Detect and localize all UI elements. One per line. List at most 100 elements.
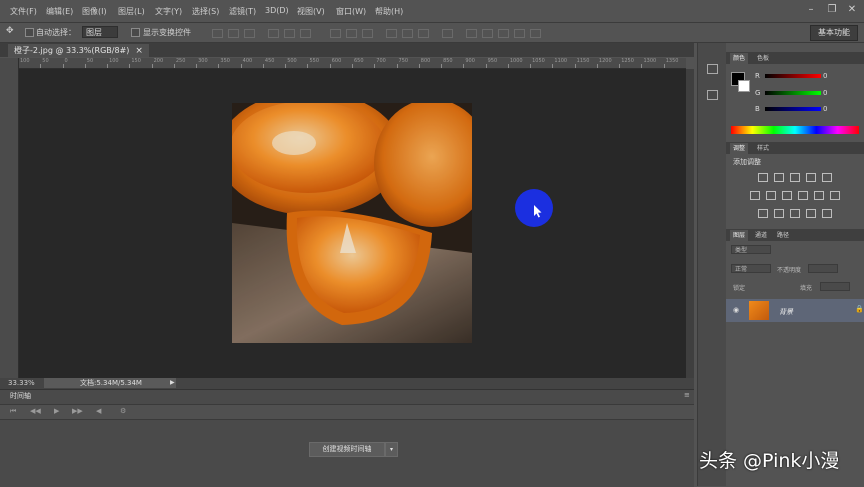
menu-help[interactable]: 帮助(H) <box>375 6 403 17</box>
close-window-icon[interactable]: ✕ <box>846 4 858 16</box>
blend-mode-dropdown[interactable]: 正常 <box>731 264 771 273</box>
distribute-right-icon[interactable] <box>418 29 429 38</box>
red-value[interactable]: 0 <box>823 72 827 80</box>
create-video-timeline-button[interactable]: 创建视频时间轴 <box>309 442 385 457</box>
posterize-icon[interactable] <box>774 209 784 218</box>
tab-channels[interactable]: 通道 <box>752 230 770 241</box>
document-tab[interactable]: 橙子-2.jpg @ 33.3%(RGB/8#) × <box>8 44 149 57</box>
ruler-tick-mark <box>619 64 621 68</box>
timeline-menu-icon[interactable]: ≡ <box>684 391 690 399</box>
tab-close-icon[interactable]: × <box>135 46 143 56</box>
exposure-icon[interactable] <box>806 173 816 182</box>
restore-icon[interactable]: ❐ <box>826 4 838 16</box>
layer-thumbnail[interactable] <box>749 301 769 320</box>
distribute-center-icon[interactable] <box>402 29 413 38</box>
menu-type[interactable]: 文字(Y) <box>155 6 182 17</box>
tab-swatches[interactable]: 色板 <box>754 53 772 64</box>
tab-color[interactable]: 颜色 <box>730 53 749 64</box>
play-icon[interactable]: ▶ <box>54 407 59 415</box>
opacity-field[interactable] <box>808 264 838 273</box>
menu-edit[interactable]: 编辑(E) <box>46 6 73 17</box>
workspace-dropdown[interactable]: 基本功能 <box>810 25 858 41</box>
menu-file[interactable]: 文件(F) <box>10 6 37 17</box>
distribute-middle-icon[interactable] <box>346 29 357 38</box>
black-white-icon[interactable] <box>782 191 792 200</box>
status-arrow-icon[interactable]: ▶ <box>170 379 175 386</box>
layer-row-background[interactable] <box>726 299 864 322</box>
3d-roll-icon[interactable] <box>482 29 493 38</box>
3d-mode-icon[interactable] <box>466 29 477 38</box>
3d-drag-icon[interactable] <box>498 29 509 38</box>
threshold-icon[interactable] <box>790 209 800 218</box>
menu-3d[interactable]: 3D(D) <box>265 6 289 15</box>
3d-scale-icon[interactable] <box>530 29 541 38</box>
curves-icon[interactable] <box>790 173 800 182</box>
distribute-left-icon[interactable] <box>386 29 397 38</box>
tab-styles[interactable]: 样式 <box>754 143 772 154</box>
minimize-icon[interactable]: – <box>805 4 817 16</box>
auto-select-dropdown[interactable]: 图层 <box>82 26 118 38</box>
red-slider[interactable] <box>765 74 821 78</box>
zoom-level[interactable]: 33.33% <box>8 379 35 387</box>
align-center-icon[interactable] <box>284 29 295 38</box>
levels-icon[interactable] <box>774 173 784 182</box>
selective-color-icon[interactable] <box>822 209 832 218</box>
show-transform-checkbox[interactable] <box>131 28 140 37</box>
green-slider[interactable] <box>765 91 821 95</box>
menu-select[interactable]: 选择(S) <box>192 6 219 17</box>
tab-layers[interactable]: 图层 <box>730 230 749 241</box>
align-middle-icon[interactable] <box>228 29 239 38</box>
align-bottom-icon[interactable] <box>244 29 255 38</box>
audio-icon[interactable]: ◀ <box>96 407 101 415</box>
hue-saturation-icon[interactable] <box>750 191 760 200</box>
vibrance-icon[interactable] <box>822 173 832 182</box>
history-panel-icon[interactable] <box>707 64 718 74</box>
menu-layer[interactable]: 图层(L) <box>118 6 145 17</box>
auto-align-icon[interactable] <box>442 29 453 38</box>
ruler-tick-mark <box>352 64 353 68</box>
ruler-tick-label: 550 <box>309 58 319 64</box>
brightness-icon[interactable] <box>758 173 768 182</box>
auto-select-checkbox[interactable] <box>25 28 34 37</box>
first-frame-icon[interactable]: ⏮ <box>10 407 16 416</box>
gradient-map-icon[interactable] <box>806 209 816 218</box>
tab-paths[interactable]: 路径 <box>774 230 792 241</box>
layer-kind-filter[interactable]: 类型 <box>731 245 771 254</box>
color-spectrum-bar[interactable] <box>731 126 859 134</box>
color-balance-icon[interactable] <box>766 191 776 200</box>
orange-photo[interactable] <box>232 103 472 343</box>
ruler-tick-mark <box>418 64 420 68</box>
blue-value[interactable]: 0 <box>823 105 827 113</box>
vertical-scrollbar[interactable] <box>686 69 694 378</box>
align-left-icon[interactable] <box>268 29 279 38</box>
3d-slide-icon[interactable] <box>514 29 525 38</box>
ruler-tick-mark <box>240 64 242 68</box>
channel-mixer-icon[interactable] <box>814 191 824 200</box>
prev-frame-icon[interactable]: ◀◀ <box>30 407 41 415</box>
next-frame-icon[interactable]: ▶▶ <box>72 407 83 415</box>
blue-slider[interactable] <box>765 107 821 111</box>
menu-view[interactable]: 视图(V) <box>297 6 325 17</box>
distribute-top-icon[interactable] <box>330 29 341 38</box>
align-right-icon[interactable] <box>300 29 311 38</box>
move-tool-icon[interactable]: ✥ <box>6 26 15 38</box>
fill-field[interactable] <box>820 282 850 291</box>
align-top-icon[interactable] <box>212 29 223 38</box>
distribute-bottom-icon[interactable] <box>362 29 373 38</box>
ruler-tick-mark <box>396 64 398 68</box>
green-value[interactable]: 0 <box>823 89 827 97</box>
menu-window[interactable]: 窗口(W) <box>336 6 366 17</box>
settings-icon[interactable]: ⚙ <box>120 407 126 415</box>
layer-visibility-icon[interactable]: ◉ <box>733 306 739 314</box>
tab-adjustments[interactable]: 调整 <box>730 143 749 154</box>
properties-panel-icon[interactable] <box>707 90 718 100</box>
layer-name[interactable]: 背景 <box>779 307 793 317</box>
document-size-info[interactable]: 文档:5.34M/5.34M <box>44 378 176 388</box>
background-color-swatch[interactable] <box>738 80 750 92</box>
menu-filter[interactable]: 滤镜(T) <box>229 6 256 17</box>
color-lookup-icon[interactable] <box>830 191 840 200</box>
invert-icon[interactable] <box>758 209 768 218</box>
timeline-dropdown-button[interactable]: ▾ <box>385 442 398 457</box>
photo-filter-icon[interactable] <box>798 191 808 200</box>
menu-image[interactable]: 图像(I) <box>82 6 107 17</box>
